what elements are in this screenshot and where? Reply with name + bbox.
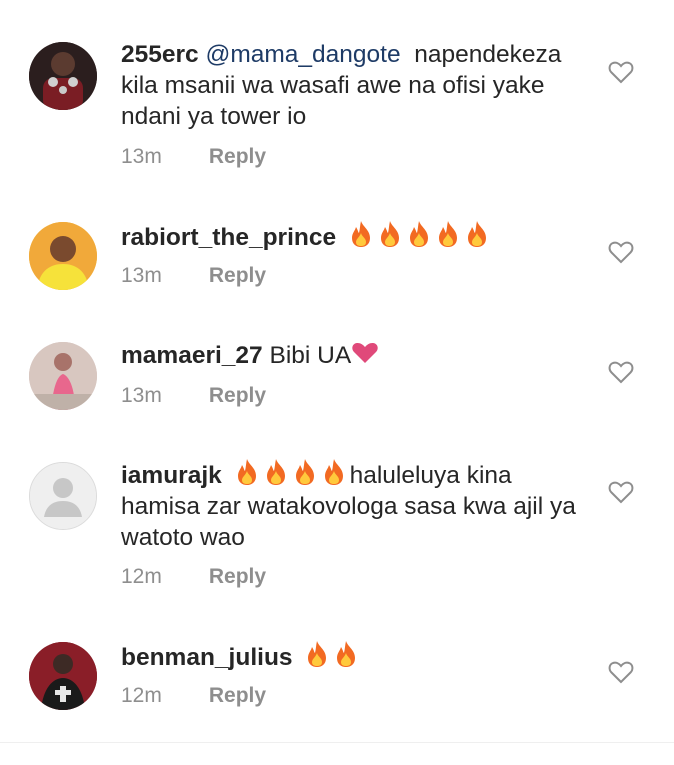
mention-link[interactable]: @mama_dangote bbox=[205, 41, 400, 68]
avatar[interactable] bbox=[29, 42, 97, 110]
timestamp: 13m bbox=[121, 264, 162, 287]
fire-emoji bbox=[322, 458, 346, 486]
reply-button[interactable]: Reply bbox=[209, 145, 266, 168]
reply-button[interactable]: Reply bbox=[209, 384, 266, 407]
comment-meta: 13m Reply bbox=[121, 264, 266, 288]
reply-button[interactable]: Reply bbox=[209, 684, 266, 707]
fire-emoji bbox=[264, 458, 288, 486]
username[interactable]: 255erc bbox=[121, 41, 199, 68]
timestamp: 12m bbox=[121, 565, 162, 588]
comment-text: mamaeri_27 Bibi UA bbox=[121, 340, 591, 371]
fire-emoji bbox=[436, 220, 460, 248]
fire-emoji-group bbox=[305, 640, 358, 668]
username[interactable]: benman_julius bbox=[121, 644, 293, 671]
fire-emoji bbox=[349, 220, 373, 248]
comment-body: Bibi UA bbox=[269, 342, 352, 369]
comment-text: iamurajk haluleluya kina hamisa zar wata… bbox=[121, 458, 591, 553]
reply-button[interactable]: Reply bbox=[209, 565, 266, 588]
fire-emoji bbox=[465, 220, 489, 248]
username[interactable]: iamurajk bbox=[121, 462, 222, 489]
comment-meta: 13m Reply bbox=[121, 145, 266, 169]
timestamp: 12m bbox=[121, 684, 162, 707]
comment-meta: 12m Reply bbox=[121, 565, 266, 589]
fire-emoji-group bbox=[349, 220, 489, 248]
heart-outline-icon[interactable] bbox=[608, 359, 634, 385]
heart-outline-icon[interactable] bbox=[608, 479, 634, 505]
avatar[interactable] bbox=[29, 642, 97, 710]
comment-text: rabiort_the_prince bbox=[121, 220, 591, 253]
comment-text: 255erc @mama_dangote napendekeza kila ms… bbox=[121, 39, 591, 132]
heart-outline-icon[interactable] bbox=[608, 239, 634, 265]
fire-emoji bbox=[334, 640, 358, 668]
comment-meta: 13m Reply bbox=[121, 384, 266, 408]
avatar[interactable] bbox=[29, 222, 97, 290]
avatar[interactable] bbox=[29, 462, 97, 530]
pink-heart-emoji bbox=[352, 342, 378, 363]
heart-outline-icon[interactable] bbox=[608, 659, 634, 685]
timestamp: 13m bbox=[121, 145, 162, 168]
avatar[interactable] bbox=[29, 342, 97, 410]
fire-emoji bbox=[293, 458, 317, 486]
fire-emoji bbox=[378, 220, 402, 248]
reply-button[interactable]: Reply bbox=[209, 264, 266, 287]
fire-emoji bbox=[235, 458, 259, 486]
divider bbox=[0, 742, 674, 743]
timestamp: 13m bbox=[121, 384, 162, 407]
fire-emoji bbox=[407, 220, 431, 248]
fire-emoji-group bbox=[235, 458, 346, 486]
username[interactable]: rabiort_the_prince bbox=[121, 224, 336, 251]
comment-text: benman_julius bbox=[121, 640, 591, 673]
heart-outline-icon[interactable] bbox=[608, 59, 634, 85]
fire-emoji bbox=[305, 640, 329, 668]
comment-meta: 12m Reply bbox=[121, 684, 266, 708]
username[interactable]: mamaeri_27 bbox=[121, 342, 263, 369]
